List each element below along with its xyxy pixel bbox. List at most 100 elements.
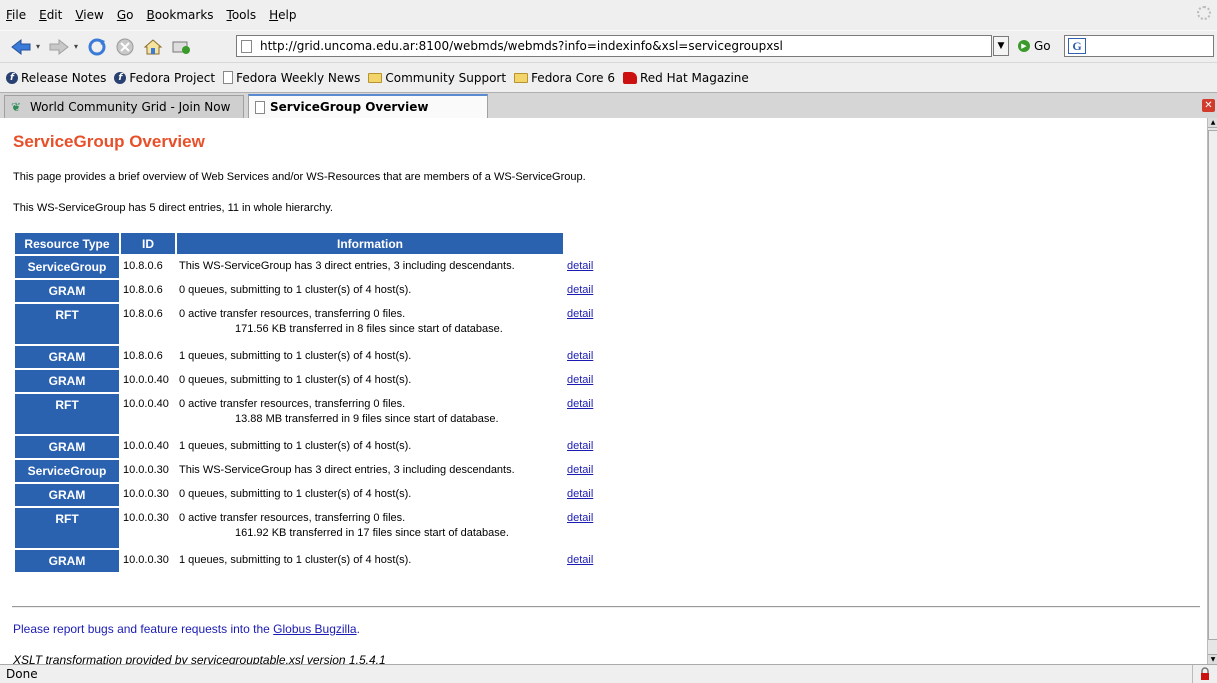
resource-type-cell: GRAM: [15, 280, 119, 302]
tab-label: World Community Grid - Join Now: [30, 100, 231, 114]
table-row: RFT 10.8.0.6 0 active transfer resources, …: [15, 304, 599, 344]
id-cell: 10.8.0.6: [123, 308, 163, 320]
status-text: Done: [0, 664, 1193, 683]
detail-cell: detail: [565, 550, 599, 572]
stop-button[interactable]: [112, 35, 138, 59]
scroll-down-icon[interactable]: ▼: [1208, 654, 1217, 664]
detail-link[interactable]: detail: [567, 440, 593, 452]
forward-history-dropdown-icon[interactable]: ▾: [74, 42, 78, 51]
stop-icon: [116, 38, 134, 55]
page-title: ServiceGroup Overview: [13, 132, 205, 151]
menu-item-edit[interactable]: Edit: [39, 8, 62, 22]
resource-type-cell: RFT: [15, 304, 119, 344]
bookmark-fedora-weekly-news[interactable]: Fedora Weekly News: [223, 71, 360, 85]
bookmark-label: Fedora Core 6: [531, 70, 615, 85]
bookmark-label: Red Hat Magazine: [639, 70, 749, 85]
menu-mnemonic: B: [146, 8, 155, 22]
information-cell: 0 queues, submitting to 1 cluster(s) of …: [177, 484, 563, 506]
detail-link[interactable]: detail: [567, 398, 593, 410]
information-cell: 0 queues, submitting to 1 cluster(s) of …: [177, 370, 563, 392]
detail-cell: detail: [565, 280, 599, 302]
id-cell: 10.0.0.40: [123, 440, 169, 452]
url-history-dropdown-button[interactable]: ▼: [993, 36, 1009, 56]
information-line-2: 171.56 KB transferred in 8 files since s…: [235, 323, 503, 335]
information-cell: This WS-ServiceGroup has 3 direct entrie…: [177, 460, 563, 482]
close-icon: ✕: [1204, 100, 1213, 111]
menu-item-go[interactable]: Go: [117, 8, 134, 22]
bookmark-release-notes[interactable]: f Release Notes: [6, 71, 106, 85]
go-button[interactable]: ▶ Go: [1018, 39, 1051, 53]
detail-link[interactable]: detail: [567, 488, 593, 500]
detail-link[interactable]: detail: [567, 350, 593, 362]
resource-type-cell: GRAM: [15, 346, 119, 368]
back-button[interactable]: [8, 35, 34, 59]
globus-bugzilla-link[interactable]: Globus Bugzilla: [273, 622, 356, 636]
reload-icon: [88, 38, 106, 55]
bookmark-red-hat-magazine[interactable]: Red Hat Magazine: [622, 70, 749, 85]
report-suffix: .: [356, 622, 360, 636]
tab-servicegroup-overview[interactable]: ServiceGroup Overview: [248, 94, 488, 118]
id-cell: 10.0.0.40: [123, 374, 169, 386]
scroll-up-icon[interactable]: ▲: [1208, 118, 1217, 128]
information-cell: 0 active transfer resources, transferrin…: [177, 508, 563, 548]
fedora-icon: f: [6, 71, 18, 84]
page-icon: [255, 100, 265, 114]
table-row: ServiceGroup 10.8.0.6 This WS-ServiceGroup…: [15, 256, 599, 278]
new-tab-button[interactable]: [168, 35, 194, 59]
menu-label: dit: [46, 8, 63, 22]
detail-link[interactable]: detail: [567, 554, 593, 566]
detail-link[interactable]: detail: [567, 308, 593, 320]
back-history-dropdown-icon[interactable]: ▾: [36, 42, 40, 51]
information-cell: 0 queues, submitting to 1 cluster(s) of …: [177, 280, 563, 302]
security-status-icon[interactable]: [1193, 665, 1217, 683]
home-button[interactable]: [140, 35, 166, 59]
menu-label: ookmarks: [154, 8, 214, 22]
table-row: GRAM 10.0.0.40 1 queues, submitting to 1 c…: [15, 436, 599, 458]
bookmark-fedora-core-6[interactable]: Fedora Core 6: [514, 71, 615, 85]
information-cell: 0 active transfer resources, transferrin…: [177, 394, 563, 434]
detail-link[interactable]: detail: [567, 284, 593, 296]
table-row: ServiceGroup 10.0.0.30 This WS-ServiceGrou…: [15, 460, 599, 482]
close-tab-button[interactable]: ✕: [1202, 99, 1215, 112]
menu-item-help[interactable]: Help: [269, 8, 296, 22]
table-row: GRAM 10.0.0.40 0 queues, submitting to 1 c…: [15, 370, 599, 392]
scroll-thumb[interactable]: [1208, 130, 1217, 640]
detail-cell: detail: [565, 256, 599, 278]
table-row: GRAM 10.8.0.6 1 queues, submitting to 1 cl…: [15, 346, 599, 368]
navigation-toolbar: ▾ ▾ http://grid.uncoma.edu.ar:8100/webmd…: [0, 30, 1217, 62]
menu-item-file[interactable]: File: [6, 8, 26, 22]
bookmark-label: Fedora Weekly News: [236, 70, 361, 85]
divider: [12, 606, 1200, 608]
search-input[interactable]: G: [1064, 35, 1214, 57]
detail-cell: detail: [565, 508, 599, 548]
detail-cell: detail: [565, 370, 599, 392]
detail-cell: detail: [565, 436, 599, 458]
reload-button[interactable]: [84, 35, 110, 59]
detail-link[interactable]: detail: [567, 512, 593, 524]
table-row: RFT 10.0.0.40 0 active transfer resources,…: [15, 394, 599, 434]
detail-link[interactable]: detail: [567, 374, 593, 386]
forward-button[interactable]: [46, 35, 72, 59]
information-line: 0 active transfer resources, transferrin…: [179, 398, 406, 410]
menu-item-bookmarks[interactable]: Bookmarks: [146, 8, 213, 22]
vertical-scrollbar[interactable]: ▲ ▼: [1207, 118, 1217, 664]
go-arrow-icon: ▶: [1018, 40, 1030, 52]
detail-cell: detail: [565, 346, 599, 368]
bookmark-community-support[interactable]: Community Support: [368, 71, 506, 85]
detail-link[interactable]: detail: [567, 260, 593, 272]
report-bugs-text: Please report bugs and feature requests …: [13, 622, 360, 636]
bookmark-fedora-project[interactable]: f Fedora Project: [114, 71, 215, 85]
detail-link[interactable]: detail: [567, 464, 593, 476]
menu-item-tools[interactable]: Tools: [227, 8, 257, 22]
menu-label: ile: [12, 8, 27, 22]
back-arrow-icon: [11, 38, 31, 55]
url-field[interactable]: http://grid.uncoma.edu.ar:8100/webmds/we…: [236, 35, 992, 57]
menu-mnemonic: H: [269, 8, 279, 22]
information-line: This WS-ServiceGroup has 3 direct entrie…: [179, 464, 515, 476]
fedora-icon: f: [114, 71, 127, 84]
tab-world-community-grid[interactable]: ❦ World Community Grid - Join Now: [4, 95, 244, 118]
menu-mnemonic: E: [39, 8, 47, 22]
column-header-blank: [565, 233, 599, 254]
menu-item-view[interactable]: View: [75, 8, 103, 22]
information-line: 1 queues, submitting to 1 cluster(s) of …: [179, 554, 412, 566]
